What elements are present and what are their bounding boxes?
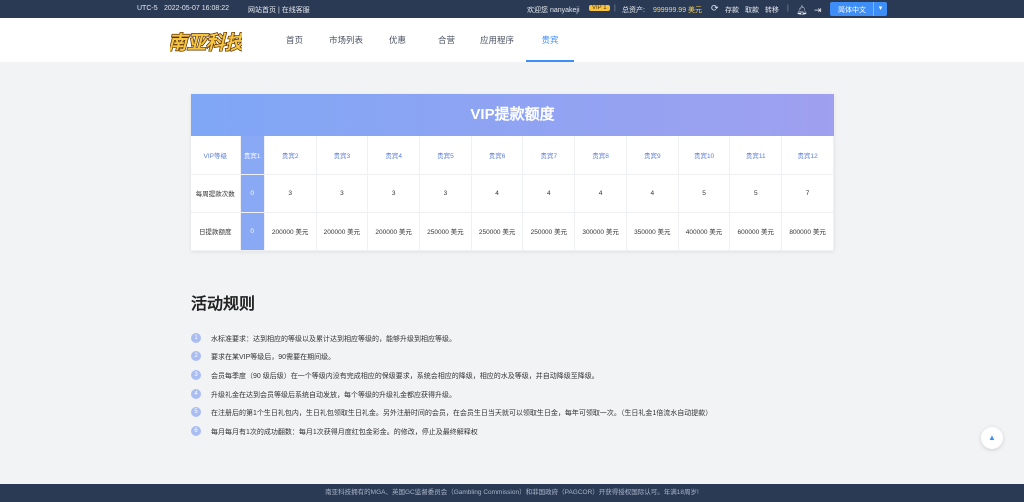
weekly-cell: 3 — [367, 174, 421, 213]
level-cell: 贵宾12 — [781, 136, 834, 175]
daily-cell: 250000 美元 — [522, 212, 576, 251]
level-cell: 贵宾10 — [678, 136, 731, 175]
level-cell: 贵宾11 — [729, 136, 783, 175]
timezone-label: UTC-5 — [137, 5, 158, 12]
total-assets-value: 999999.99 美元 — [653, 7, 703, 14]
rule-number: 1 — [191, 333, 201, 343]
level-cell: 贵宾1 — [240, 136, 265, 175]
daily-cell: 0 — [240, 212, 265, 251]
nav-markets[interactable]: 市场列表 — [329, 18, 363, 62]
refresh-icon[interactable]: ⟳ — [711, 3, 719, 14]
daily-cell: 350000 美元 — [626, 212, 679, 251]
weekly-cell: 3 — [316, 174, 369, 213]
weekly-cell: 0 — [240, 174, 265, 213]
daily-cell: 250000 美元 — [471, 212, 524, 251]
total-assets-label: 总资产: — [622, 7, 645, 14]
language-label: 简体中文 — [838, 7, 866, 14]
nav-promotions[interactable]: 优惠 — [389, 18, 406, 62]
nav-app[interactable]: 应用程序 — [480, 18, 514, 62]
weekly-cell: 4 — [522, 174, 576, 213]
daily-cell: 400000 美元 — [678, 212, 731, 251]
logout-icon[interactable]: ⇥ — [814, 5, 822, 16]
bell-icon[interactable]: 🔔︎ — [796, 5, 807, 16]
rule-number: 3 — [191, 370, 201, 380]
daily-cell: 250000 美元 — [419, 212, 472, 251]
nav-home[interactable]: 首页 — [286, 18, 303, 62]
rule-text: 升级礼金在达到会员等级后系统自动发放，每个等级的升级礼金都应获得升级。 — [211, 392, 456, 399]
level-cell: 贵宾4 — [367, 136, 421, 175]
site-logo[interactable]: 南亚科技 — [170, 24, 242, 58]
withdraw-link[interactable]: 取款 — [745, 5, 759, 15]
vip-badge: VIP 1 — [589, 5, 610, 11]
weekly-cell: 4 — [471, 174, 524, 213]
rule-text: 水标准要求：达到相应的等级以及累计达到相应等级的，能够升级到相应等级。 — [211, 336, 456, 343]
table-row-weekly: 每周提款次数 0 3 3 3 3 4 4 4 4 5 5 7 — [191, 174, 834, 213]
welcome-text: 欢迎您 nanyakeji — [527, 7, 580, 14]
daily-cell: 200000 美元 — [316, 212, 369, 251]
deposit-link[interactable]: 存款 — [725, 5, 739, 15]
vip-withdrawal-card: VIP提款额度 VIP等级 贵宾1 贵宾2 贵宾3 贵宾4 贵宾5 贵宾6 贵宾… — [191, 94, 834, 251]
level-cell: 贵宾3 — [316, 136, 369, 175]
daily-cell: 200000 美元 — [367, 212, 421, 251]
table-row-levels: VIP等级 贵宾1 贵宾2 贵宾3 贵宾4 贵宾5 贵宾6 贵宾7 贵宾8 贵宾… — [191, 136, 834, 175]
rule-number: 5 — [191, 407, 201, 417]
daily-cell: 300000 美元 — [574, 212, 627, 251]
level-cell: 贵宾5 — [419, 136, 472, 175]
weekly-cell: 4 — [626, 174, 679, 213]
rules-title: 活动规则 — [191, 296, 256, 313]
scroll-to-top-button[interactable]: ▲ — [981, 427, 1003, 449]
daily-cell: 200000 美元 — [264, 212, 317, 251]
datetime-label: 2022-05-07 16:08:22 — [164, 5, 229, 12]
level-cell: 贵宾2 — [264, 136, 317, 175]
vip-table: VIP等级 贵宾1 贵宾2 贵宾3 贵宾4 贵宾5 贵宾6 贵宾7 贵宾8 贵宾… — [191, 136, 834, 251]
svg-text:南亚科技: 南亚科技 — [170, 32, 242, 54]
row-label-weekly: 每周提款次数 — [191, 174, 241, 213]
arrow-up-icon: ▲ — [988, 433, 996, 442]
footer-text: 南亚科技拥有的MGA、英国GC监督委员会（Gambling Commission… — [325, 489, 699, 496]
home-support-links[interactable]: 网站首页 | 在线客服 — [248, 5, 310, 15]
table-row-daily: 日提款额度 0 200000 美元 200000 美元 200000 美元 25… — [191, 212, 834, 251]
rule-number: 2 — [191, 351, 201, 361]
rule-number: 4 — [191, 389, 201, 399]
nav-vip[interactable]: 贵宾 — [526, 18, 574, 62]
rule-number: 6 — [191, 426, 201, 436]
divider: | — [787, 5, 789, 12]
weekly-cell: 7 — [781, 174, 834, 213]
level-cell: 贵宾9 — [626, 136, 679, 175]
vip-card-title: VIP提款额度 — [191, 94, 834, 136]
weekly-cell: 5 — [729, 174, 783, 213]
chevron-down-icon: ▾ — [873, 2, 887, 16]
nav-affiliate[interactable]: 合营 — [438, 18, 455, 62]
language-selector[interactable]: 简体中文 ▾ — [830, 2, 887, 16]
daily-cell: 600000 美元 — [729, 212, 783, 251]
weekly-cell: 5 — [678, 174, 731, 213]
level-cell: 贵宾6 — [471, 136, 524, 175]
rule-text: 在注册后的第1个生日礼包内，生日礼包领取生日礼金。另外注册时间的会员，在会员生日… — [211, 410, 713, 417]
level-cell: 贵宾8 — [574, 136, 627, 175]
level-cell: 贵宾7 — [522, 136, 576, 175]
weekly-cell: 3 — [264, 174, 317, 213]
row-label-daily: 日提款额度 — [191, 212, 241, 251]
divider: | — [614, 5, 616, 12]
rule-text: 每月每月有1次的成功翻数：每月1次获得月度红包金彩金。的修改，停止及最终解释权 — [211, 429, 478, 436]
row-label-level: VIP等级 — [191, 136, 241, 175]
rule-text: 会员每季度（90 级后级）在一个等级内没有完成相应的保级要求，系统会相应的降级，… — [211, 373, 599, 380]
rule-text: 要求在某VIP等级后，90需要在期间级。 — [211, 354, 336, 361]
transfer-link[interactable]: 转移 — [765, 5, 779, 15]
footer: 南亚科技拥有的MGA、英国GC监督委员会（Gambling Commission… — [0, 484, 1024, 502]
top-bar: UTC-5 2022-05-07 16:08:22 网站首页 | 在线客服 欢迎… — [0, 0, 1024, 18]
daily-cell: 800000 美元 — [781, 212, 834, 251]
weekly-cell: 4 — [574, 174, 627, 213]
weekly-cell: 3 — [419, 174, 472, 213]
